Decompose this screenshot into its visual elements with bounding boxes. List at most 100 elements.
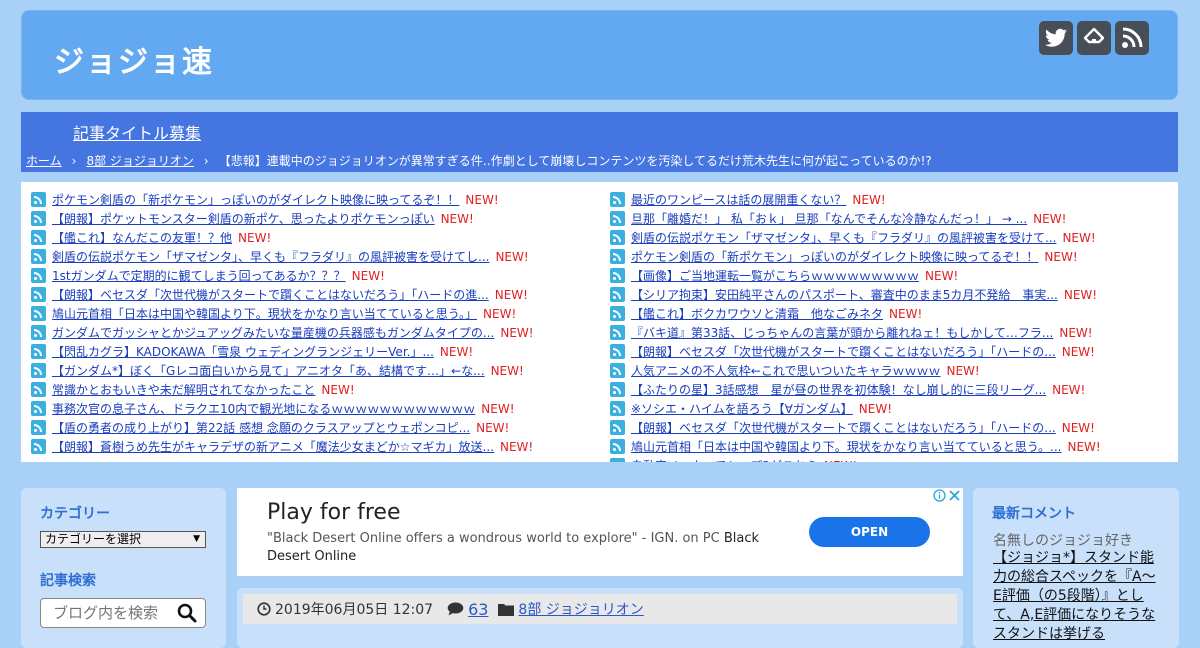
article-category-link[interactable]: 8部 ジョジョリオン: [518, 599, 643, 619]
antenna-item-link[interactable]: 【ガンダム*】ぼく「Gレコ面白いから見て」アニオタ「あ、結構です…」←な...: [52, 362, 485, 379]
antenna-item-link[interactable]: 【閃乱カグラ】KADOKAWA「雪泉 ウェディングランジェリーVer.」...: [52, 343, 434, 360]
new-badge: NEW!: [1061, 344, 1095, 359]
article-category: 8部 ジョジョリオン: [498, 599, 644, 619]
antenna-item-link[interactable]: 自動車メーカーでトップ3がこちら: [631, 457, 818, 462]
new-badge: NEW!: [321, 382, 355, 397]
article-comments: 63: [447, 600, 488, 619]
category-select[interactable]: カテゴリーを選択 ▼: [40, 531, 206, 548]
article-card: 2019年06月05日 12:07 63 8部 ジョジョリオン: [237, 588, 963, 648]
new-badge: NEW!: [499, 439, 534, 454]
article-date-text: 2019年06月05日 12:07: [275, 602, 434, 618]
comment-icon: [447, 602, 464, 616]
rss-feed-icon: [610, 306, 625, 321]
site-title[interactable]: ジョジョ速: [54, 37, 214, 81]
rss-feed-icon: [610, 268, 625, 283]
rss-feed-icon: [31, 439, 46, 454]
new-badge: NEW!: [481, 401, 515, 416]
antenna-item: 【艦これ】なんだこの友軍！？他 NEW!: [31, 228, 601, 247]
antenna-item: 【朗報】蒼樹うめ先生がキャラデザの新アニメ「魔法少女まどか☆マギカ」放送... N…: [31, 437, 601, 456]
article-meta: 2019年06月05日 12:07 63 8部 ジョジョリオン: [243, 594, 957, 624]
rss-feed-icon: [610, 211, 625, 226]
antenna-item: 【閃乱カグラ】KADOKAWA「雪泉 ウェディングランジェリーVer.」... N…: [31, 342, 601, 361]
ad-description-text: "Black Desert Online offers a wondrous w…: [267, 531, 720, 546]
breadcrumb-home[interactable]: ホーム: [26, 152, 62, 169]
antenna-item-link[interactable]: 剣盾の伝説ポケモン「ザマゼンタ」、早くも『フラダリ』の風評被害を受けて...: [631, 229, 1056, 246]
antenna-item-link[interactable]: 事務次官の息子さん、ドラクエ10内で観光地になるｗｗｗｗｗｗｗｗｗｗｗｗ: [52, 400, 475, 417]
antenna-item: 【盾の勇者の成り上がり】第22話 感想 念願のクラスアップとウェポンコピ... N…: [31, 418, 601, 437]
antenna-item-link[interactable]: 人気アニメの不人気枠←これで思いついたキャラｗｗｗｗ: [631, 362, 940, 379]
antenna-item-link[interactable]: 常識かとおもいきや未だ解明されてなかったこと: [52, 381, 315, 398]
comment-count-link[interactable]: 63: [468, 600, 488, 619]
new-badge: NEW!: [440, 211, 474, 226]
new-badge: NEW!: [946, 363, 980, 378]
breadcrumb-separator: ›: [203, 153, 209, 168]
feedly-button[interactable]: [1077, 21, 1111, 55]
rss-feed-icon: [31, 230, 46, 245]
search-box: [40, 598, 206, 628]
antenna-item-link[interactable]: 【艦これ】ボクカワウソと清霜 他なごみネタ: [631, 305, 883, 322]
antenna-item-link[interactable]: ※ソシエ・ハイムを語ろう【∀ガンダム】: [631, 400, 853, 417]
antenna-item-link[interactable]: 【朗報】蒼樹うめ先生がキャラデザの新アニメ「魔法少女まどか☆マギカ」放送...: [52, 438, 494, 455]
folder-icon: [498, 603, 515, 616]
antenna-item: ポケモン剣盾の「新ポケモン」っぽいのがダイレクト映像に映ってるぞ！！ NEW!: [31, 190, 601, 209]
antenna-item-link[interactable]: 【盾の勇者の成り上がり】第22話 感想 念願のクラスアップとウェポンコピ...: [52, 419, 470, 436]
new-badge: NEW!: [495, 249, 529, 264]
new-badge: NEW!: [483, 306, 517, 321]
antenna-item-link[interactable]: 最近のワンピースは話の展開重くない？: [631, 191, 846, 208]
new-badge: NEW!: [490, 363, 524, 378]
ad-title[interactable]: Play for free: [267, 500, 401, 525]
rss-feed-icon: [31, 363, 46, 378]
new-badge: NEW!: [351, 268, 385, 283]
antenna-item-link[interactable]: 【朗報】ベセスダ「次世代機がスタートで躓くことはないだろう」「ハードの...: [631, 343, 1056, 360]
antenna-item-link[interactable]: 【ふたりの星】3話感想 星が昼の世界を初体験！なし崩し的に三段リーグ...: [631, 381, 1046, 398]
antenna-item: 剣盾の伝説ポケモン「ザマゼンタ」、早くも『フラダリ』の風評被害を受けて... NE…: [610, 228, 1178, 247]
new-badge: NEW!: [1044, 249, 1078, 264]
antenna-item-link[interactable]: 旦那「離婚だ！」 私「おｋ」 旦那「なんでそんな冷静なんだっ！」 → ...: [631, 210, 1027, 227]
antenna-item-link[interactable]: 『バキ道』第33話、じっちゃんの言葉が頭から離れねェ！もしかして…フラ...: [631, 324, 1053, 341]
rss-feed-icon: [31, 306, 46, 321]
ad-banner[interactable]: Play for free "Black Desert Online offer…: [237, 488, 963, 576]
new-badge: NEW!: [1033, 211, 1067, 226]
new-badge: NEW!: [1052, 382, 1086, 397]
rss-button[interactable]: [1115, 21, 1149, 55]
antenna-column-right: 最近のワンピースは話の展開重くない？ NEW! 旦那「離婚だ！」 私「おｋ」 旦那「…: [610, 190, 1178, 462]
new-badge: NEW!: [238, 230, 272, 245]
chevron-down-icon: ▼: [193, 534, 200, 544]
antenna-item: 事務次官の息子さん、ドラクエ10内で観光地になるｗｗｗｗｗｗｗｗｗｗｗｗ NEW!: [31, 399, 601, 418]
antenna-item-link[interactable]: 【朗報】ポケットモンスター剣盾の新ポケ、思ったよりポケモンっぽい: [52, 210, 435, 227]
antenna-item-link[interactable]: ポケモン剣盾の「新ポケモン」っぽいのがダイレクト映像に映ってるぞ！！: [52, 191, 459, 208]
category-select-value: カテゴリーを選択: [45, 532, 142, 546]
antenna-item-link[interactable]: ポケモン剣盾の「新ポケモン」っぽいのがダイレクト映像に映ってるぞ！！: [631, 248, 1038, 265]
rss-feed-icon: [610, 458, 625, 462]
antenna-item-link[interactable]: 【画像】ご当地運転一覧がこちらｗｗｗｗｗｗｗｗｗ: [631, 267, 919, 284]
antenna-links: ポケモン剣盾の「新ポケモン」っぽいのがダイレクト映像に映ってるぞ！！ NEW! 【朗…: [21, 182, 1178, 462]
antenna-item-link[interactable]: 【朗報】ベセスダ「次世代機がスタートで躓くことはないだろう」「ハードの進...: [52, 286, 489, 303]
antenna-item: 【朗報】ポケットモンスター剣盾の新ポケ、思ったよりポケモンっぽい NEW!: [31, 209, 601, 228]
search-icon[interactable]: [177, 603, 197, 623]
antenna-item: 人気アニメの不人気枠←これで思いついたキャラｗｗｗｗ NEW!: [610, 361, 1178, 380]
antenna-item-link[interactable]: 【シリア拘束】安田純平さんのパスポート、審査中のまま5カ月不発給 事実...: [631, 286, 1058, 303]
twitter-button[interactable]: [1039, 21, 1073, 55]
antenna-item-link[interactable]: ガンダムでガッシャとかジュアッグみたいな量産機の兵器感もガンダムタイプの...: [52, 324, 494, 341]
rss-feed-icon: [31, 211, 46, 226]
breadcrumb-category[interactable]: 8部 ジョジョリオン: [86, 152, 193, 169]
clock-icon: [257, 602, 271, 616]
new-badge: NEW!: [500, 325, 534, 340]
nav-link-title-request[interactable]: 記事タイトル募集: [73, 120, 201, 144]
search-input[interactable]: [51, 599, 180, 627]
antenna-item-link[interactable]: 剣盾の伝説ポケモン「ザマゼンタ」、早くも『フラダリ』の風評被害を受けてし...: [52, 248, 489, 265]
ad-close-icon[interactable]: [948, 489, 961, 502]
antenna-item-link[interactable]: 鳩山元首相「日本は中国や韓国より下。現状をかなり言い当てていると思う。...: [631, 438, 1062, 455]
rss-feed-icon: [610, 287, 625, 302]
ad-info-icon[interactable]: [933, 489, 946, 502]
new-badge: NEW!: [476, 420, 510, 435]
antenna-item-link[interactable]: 鳩山元首相「日本は中国や韓国より下。現状をかなり言い当てていると思う。」: [52, 305, 477, 322]
antenna-item: 『バキ道』第33話、じっちゃんの言葉が頭から離れねェ！もしかして…フラ... NE…: [610, 323, 1178, 342]
category-heading: カテゴリー: [40, 506, 110, 522]
antenna-item: 【艦これ】ボクカワウソと清霜 他なごみネタ NEW!: [610, 304, 1178, 323]
antenna-item-link[interactable]: 【朗報】ベセスダ「次世代機がスタートで躓くことはないだろう」「ハードの...: [631, 419, 1056, 436]
ad-open-button[interactable]: OPEN: [809, 517, 930, 547]
antenna-item-link[interactable]: 【艦これ】なんだこの友軍！？他: [52, 229, 232, 246]
antenna-item: 最近のワンピースは話の展開重くない？ NEW!: [610, 190, 1178, 209]
antenna-item-link[interactable]: 1stガンダムで定期的に観てしまう回ってあるか？？？: [52, 267, 346, 284]
